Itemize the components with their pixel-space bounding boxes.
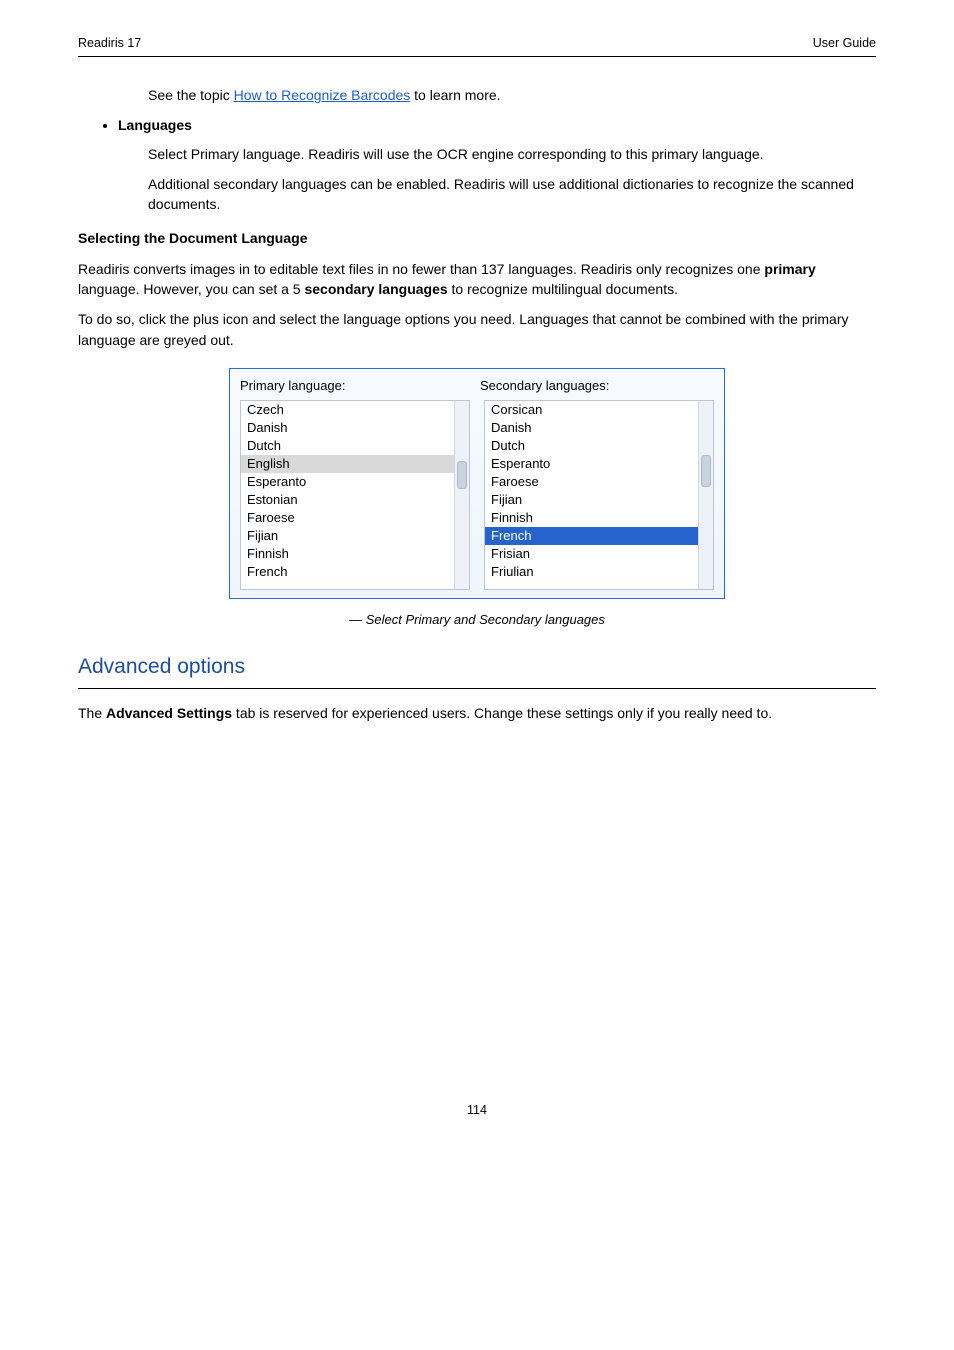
- primary-language-label: Primary language:: [240, 377, 474, 396]
- list-item[interactable]: Corsican: [485, 401, 698, 419]
- barcodes-link[interactable]: How to Recognize Barcodes: [234, 87, 411, 103]
- list-item[interactable]: Faroese: [241, 509, 454, 527]
- advanced-options-paragraph: The Advanced Settings tab is reserved fo…: [78, 703, 876, 723]
- advanced-options-heading: Advanced options: [78, 652, 876, 682]
- primary-list-scrollbar[interactable]: [454, 400, 470, 590]
- section-rule: [78, 688, 876, 689]
- list-item[interactable]: Dutch: [485, 437, 698, 455]
- page-number: 114: [78, 1103, 876, 1117]
- secondary-scroll-thumb[interactable]: [701, 455, 711, 487]
- list-item[interactable]: French: [485, 527, 698, 545]
- list-item[interactable]: Finnish: [241, 545, 454, 563]
- figure-caption: Select Primary and Secondary languages: [78, 611, 876, 630]
- page: Readiris 17 User Guide See the topic How…: [0, 0, 954, 1177]
- bullet-languages-label: Languages: [118, 117, 192, 133]
- see-topic-before: See the topic: [148, 87, 234, 103]
- list-item[interactable]: Friulian: [485, 563, 698, 581]
- language-picker-figure: Primary language: Secondary languages: C…: [229, 368, 725, 599]
- secondary-languages-label: Secondary languages:: [474, 377, 714, 396]
- list-item[interactable]: Faroese: [485, 473, 698, 491]
- doc-lang-paragraph-1: Readiris converts images in to editable …: [78, 259, 876, 300]
- list-item[interactable]: English: [241, 455, 454, 473]
- list-item[interactable]: Estonian: [241, 491, 454, 509]
- list-item[interactable]: Czech: [241, 401, 454, 419]
- list-item[interactable]: Dutch: [241, 437, 454, 455]
- list-item[interactable]: Fijian: [241, 527, 454, 545]
- list-item[interactable]: French: [241, 563, 454, 581]
- list-item[interactable]: Danish: [485, 419, 698, 437]
- figure-wrap: Primary language: Secondary languages: C…: [78, 368, 876, 599]
- secondary-language-note: Additional secondary languages can be en…: [78, 174, 876, 215]
- doc-lang-paragraph-2: To do so, click the plus icon and select…: [78, 309, 876, 350]
- secondary-list-scrollbar[interactable]: [698, 400, 714, 590]
- selecting-doc-lang-heading: Selecting the Document Language: [78, 228, 876, 248]
- primary-scroll-thumb[interactable]: [457, 461, 467, 489]
- list-item[interactable]: Esperanto: [485, 455, 698, 473]
- secondary-language-listbox[interactable]: CorsicanDanishDutchEsperantoFaroeseFijia…: [484, 400, 698, 590]
- header-left: Readiris 17: [78, 36, 141, 50]
- list-item[interactable]: Danish: [241, 419, 454, 437]
- running-header: Readiris 17 User Guide: [78, 36, 876, 50]
- primary-language-note: Select Primary language. Readiris will u…: [78, 144, 876, 164]
- bullet-list: Languages: [78, 115, 876, 135]
- list-item[interactable]: Fijian: [485, 491, 698, 509]
- see-topic-after: to learn more.: [410, 87, 500, 103]
- list-item[interactable]: Frisian: [485, 545, 698, 563]
- see-topic-line: See the topic How to Recognize Barcodes …: [78, 85, 876, 105]
- list-item[interactable]: Esperanto: [241, 473, 454, 491]
- header-right: User Guide: [813, 36, 876, 50]
- bullet-languages: Languages: [118, 115, 876, 135]
- body-text: See the topic How to Recognize Barcodes …: [78, 85, 876, 723]
- list-item[interactable]: Finnish: [485, 509, 698, 527]
- primary-language-listbox[interactable]: CzechDanishDutchEnglishEsperantoEstonian…: [240, 400, 454, 590]
- header-rule: [78, 56, 876, 57]
